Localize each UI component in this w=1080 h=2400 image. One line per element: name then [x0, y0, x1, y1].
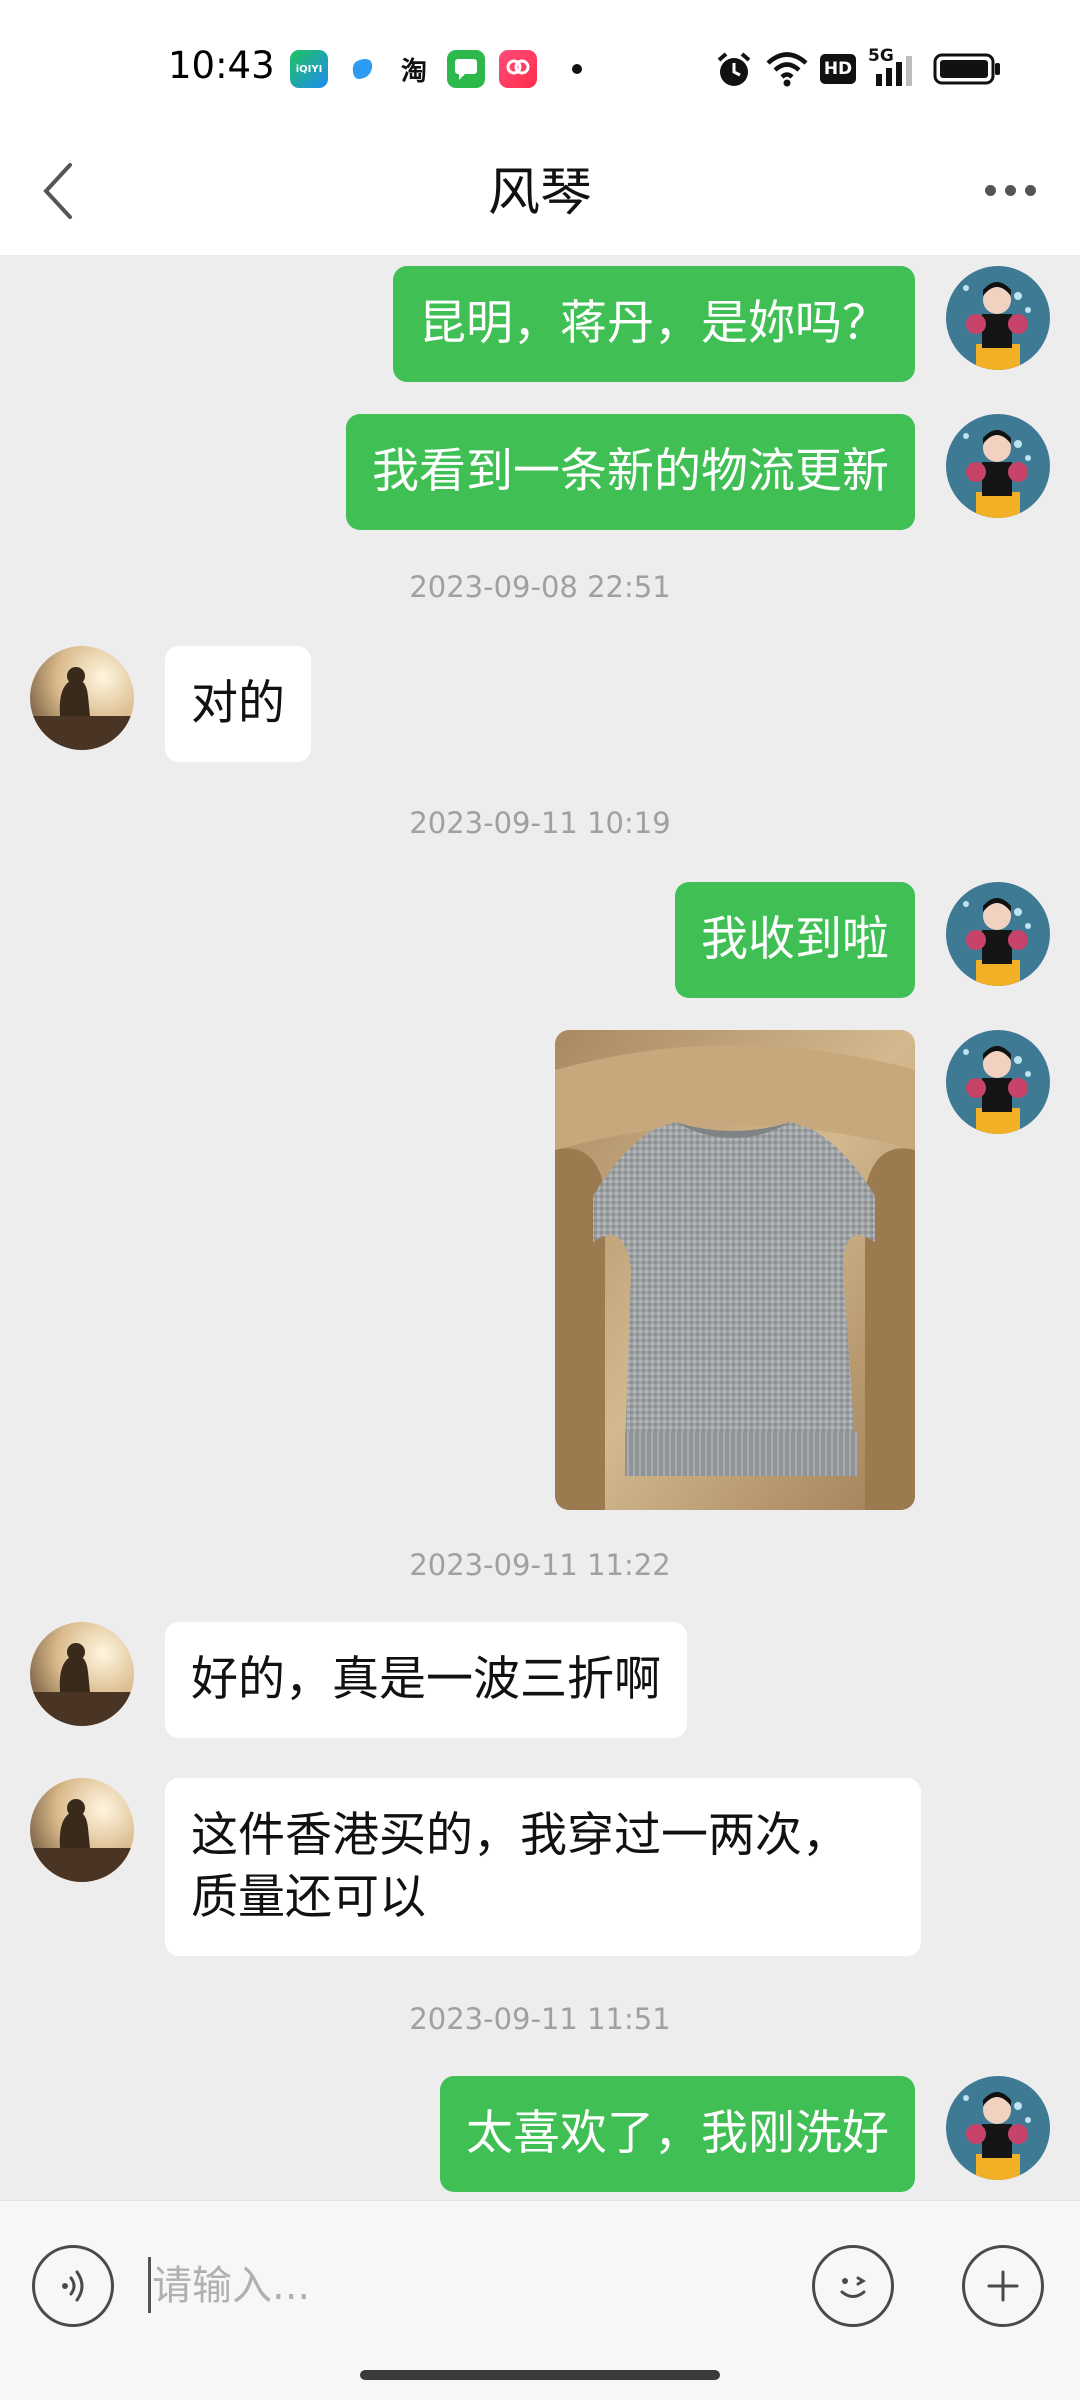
message-timestamp: 2023-09-11 10:19 [409, 806, 671, 840]
message-bubble-sent[interactable]: 昆明，蒋丹，是妳吗？ [393, 266, 915, 382]
voice-button[interactable] [32, 2245, 114, 2327]
my-avatar[interactable] [946, 266, 1050, 370]
hd-icon: HD [820, 54, 856, 84]
status-time: 10:43 [168, 44, 275, 87]
more-button[interactable] [975, 160, 1045, 220]
plus-icon [987, 2270, 1019, 2302]
message-image[interactable] [555, 1030, 915, 1510]
message-input[interactable]: 请输入... [148, 2245, 788, 2327]
my-avatar[interactable] [946, 1030, 1050, 1134]
wifi-icon [766, 52, 808, 87]
message-bubble-received[interactable]: 对的 [165, 646, 311, 762]
more-icon [984, 184, 996, 196]
contact-avatar[interactable] [30, 1622, 134, 1726]
message-bubble-sent[interactable]: 我看到一条新的物流更新 [346, 414, 915, 530]
notification-dot-icon [572, 64, 582, 74]
contact-avatar[interactable] [30, 1778, 134, 1882]
messages-app-icon [447, 50, 485, 88]
chat-title: 风琴 [487, 163, 592, 223]
voice-icon [62, 2270, 84, 2302]
message-bubble-received[interactable]: 好的，真是一波三折啊 [165, 1622, 687, 1738]
status-bar: 10:43 iQIYI 淘 HD 5G [0, 0, 1080, 130]
message-timestamp: 2023-09-11 11:51 [409, 2002, 671, 2036]
tieba-app-icon [343, 50, 381, 88]
battery-icon [933, 53, 1000, 85]
iqiyi-app-icon: iQIYI [290, 50, 328, 88]
message-bubble-received[interactable]: 这件香港买的，我穿过一两次， 质量还可以 [165, 1778, 921, 1956]
message-timestamp: 2023-09-11 11:22 [409, 1548, 671, 1582]
emoji-icon [840, 2276, 866, 2298]
message-bubble-sent[interactable]: 我收到啦 [675, 882, 915, 998]
taobao-app-icon: 淘 [395, 50, 433, 88]
alarm-icon [717, 52, 751, 86]
my-avatar[interactable] [946, 882, 1050, 986]
message-line: 这件香港买的，我穿过一两次， [191, 1808, 849, 1863]
contact-avatar[interactable] [30, 646, 134, 750]
chat-header: 风琴 [0, 130, 1080, 255]
plus-button[interactable] [962, 2245, 1044, 2327]
home-indicator[interactable] [360, 2370, 720, 2380]
message-timestamp: 2023-09-08 22:51 [409, 570, 671, 604]
emoji-button[interactable] [812, 2245, 894, 2327]
message-bubble-sent[interactable]: 太喜欢了，我刚洗好 [440, 2076, 915, 2192]
signal-icon [876, 56, 912, 86]
my-avatar[interactable] [946, 414, 1050, 518]
my-avatar[interactable] [946, 2076, 1050, 2180]
pinduoduo-app-icon [499, 50, 537, 88]
message-line: 质量还可以 [191, 1870, 426, 1925]
